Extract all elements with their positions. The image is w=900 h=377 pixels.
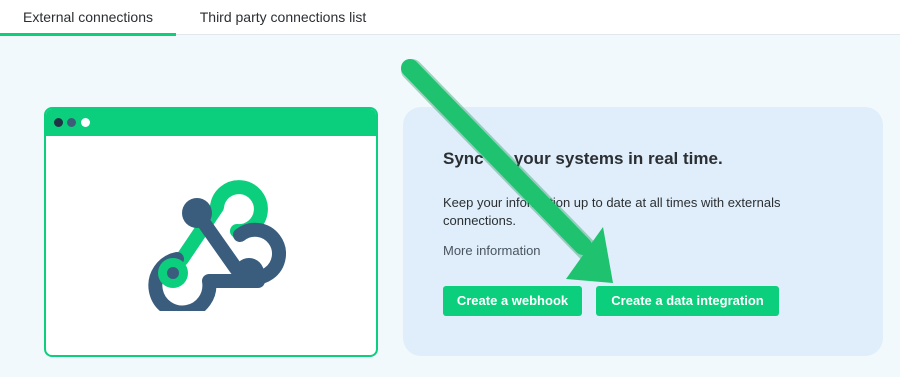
browser-title-bar [46,109,376,136]
more-information-link[interactable]: More information [443,243,541,258]
window-dot-icon [54,118,63,127]
info-panel: Sync up your systems in real time. Keep … [403,107,883,356]
info-description: Keep your information up to date at all … [443,195,781,228]
window-dot-icon [81,118,90,127]
create-data-integration-button[interactable]: Create a data integration [596,286,779,316]
window-dot-icon [67,118,76,127]
webhook-icon [148,180,286,311]
browser-window-illustration [44,107,378,357]
tab-third-party-connections-list[interactable]: Third party connections list [184,0,382,35]
tab-external-connections[interactable]: External connections [0,0,176,36]
info-title: Sync up your systems in real time. [443,149,723,168]
create-webhook-button[interactable]: Create a webhook [443,286,582,316]
tab-bar: External connections Third party connect… [0,0,900,36]
